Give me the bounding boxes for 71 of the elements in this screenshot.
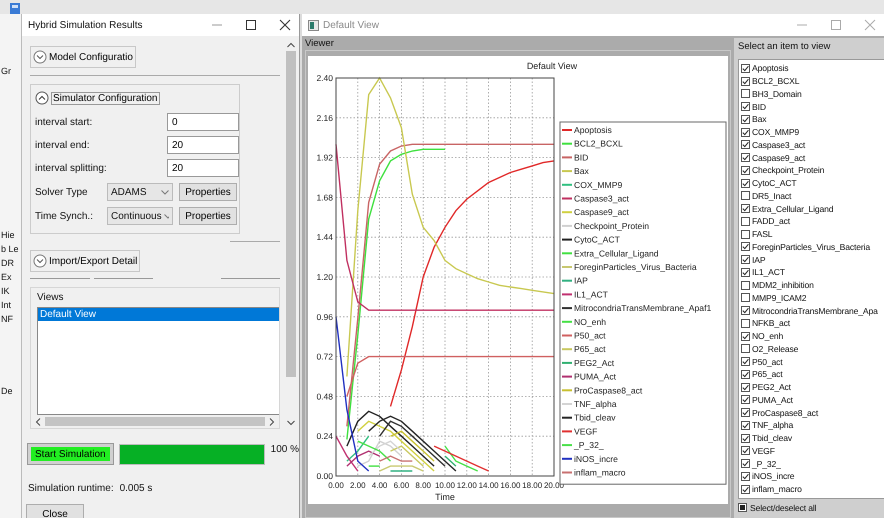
axis-tick-label: 2.16 xyxy=(316,112,333,123)
axis-tick-label: 18.00 xyxy=(522,481,542,490)
window-text-fragment: Hie xyxy=(1,229,16,242)
legend-label: Apoptosis xyxy=(574,125,612,135)
axis-tick-label: 12.00 xyxy=(456,481,477,490)
legend-label: iNOS_incre xyxy=(574,454,618,464)
axis-tick-label: 2.40 xyxy=(316,73,333,83)
field-label: interval end: xyxy=(35,140,90,150)
legend-label: CytoC_ACT xyxy=(574,234,620,245)
progress-reading: 100 % xyxy=(270,444,299,455)
axis-tick-label: 1.20 xyxy=(316,272,333,282)
window-title: Default View xyxy=(323,20,379,30)
axis-tick-label: 0.72 xyxy=(316,352,333,362)
legend-label: PEG2_Act xyxy=(574,358,614,368)
window-text-fragment: DR xyxy=(1,257,15,270)
group-label: Views xyxy=(37,292,64,303)
legend-label: IAP xyxy=(574,276,588,286)
window-text-fragment: Gr xyxy=(1,65,12,78)
legend-label: inflam_macro xyxy=(574,468,626,478)
legend-label: Bax xyxy=(574,166,589,176)
axis-tick-label: 1.44 xyxy=(316,232,333,242)
axis-tick-label: 2.00 xyxy=(350,481,366,490)
axis-tick-label: 1.68 xyxy=(316,192,333,202)
axis-label: Time xyxy=(435,492,455,502)
axis-tick-label: 4.00 xyxy=(372,481,388,490)
runtime-label: Simulation runtime: xyxy=(28,483,114,494)
window-text-fragment: De xyxy=(1,385,14,398)
legend-label: BCL2_BCXL xyxy=(574,138,623,149)
field-label: interval splitting: xyxy=(35,162,107,174)
legend-label: Checkpoint_Protein xyxy=(574,220,650,231)
legend-label: COX_MMP9 xyxy=(574,180,622,190)
legend-label: _P_32_ xyxy=(574,440,604,450)
axis-tick-label: 6.00 xyxy=(394,481,410,490)
window-title: Hybrid Simulation Results xyxy=(28,20,142,30)
legend-label: BID xyxy=(574,152,588,162)
legend-label: P50_act xyxy=(574,330,606,340)
axis-tick-label: 0.48 xyxy=(316,391,333,402)
legend-label: Caspase9_act xyxy=(574,207,629,218)
window-text-fragment: b Le xyxy=(1,243,20,256)
legend-label: Extra_Cellular_Ligand xyxy=(574,248,659,258)
window-text-fragment: IK xyxy=(1,285,11,298)
legend-label: TNF_alpha xyxy=(574,399,617,409)
axis-tick-label: 14.00 xyxy=(478,481,499,490)
legend-label: Caspase3_act xyxy=(574,194,629,204)
axis-tick-label: 0.96 xyxy=(316,312,333,322)
group-label: Select an item to view xyxy=(738,41,832,53)
chart-title: Default View xyxy=(526,61,578,71)
axis-tick-label: 16.00 xyxy=(500,481,520,490)
field-label: interval start: xyxy=(35,116,92,128)
legend-label: MitrocondriaTransMembrane_Apaf1 xyxy=(574,303,712,314)
axis-tick-label: 10.00 xyxy=(434,481,456,490)
legend-label: VEGF xyxy=(574,426,598,436)
axis-tick-label: 0.00 xyxy=(328,481,344,490)
group-label: Viewer xyxy=(305,38,335,50)
legend-label: PUMA_Act xyxy=(574,372,616,382)
legend-label: NO_enh xyxy=(574,316,606,327)
legend-label: ForeginParticles_Virus_Bacteria xyxy=(574,262,697,272)
runtime-value: 0.005 s xyxy=(120,483,152,494)
axis-tick-label: 0.24 xyxy=(316,431,333,442)
axis-tick-label: 8.00 xyxy=(415,481,431,490)
legend-label: Tbid_cleav xyxy=(574,412,616,423)
axis-tick-label: 1.92 xyxy=(316,152,333,163)
legend-label: IL1_ACT xyxy=(574,289,608,300)
window-text-fragment: NF xyxy=(1,313,14,326)
field-label: Time Synch.: xyxy=(35,210,94,222)
legend-label: P65_act xyxy=(574,344,606,354)
axis-tick-label: 0.00 xyxy=(316,471,333,481)
window-text-fragment: Ex xyxy=(1,271,13,284)
legend-label: ProCaspase8_act xyxy=(574,385,642,396)
window-text-fragment: Int xyxy=(1,299,12,312)
field-label: Solver Type xyxy=(35,186,89,198)
